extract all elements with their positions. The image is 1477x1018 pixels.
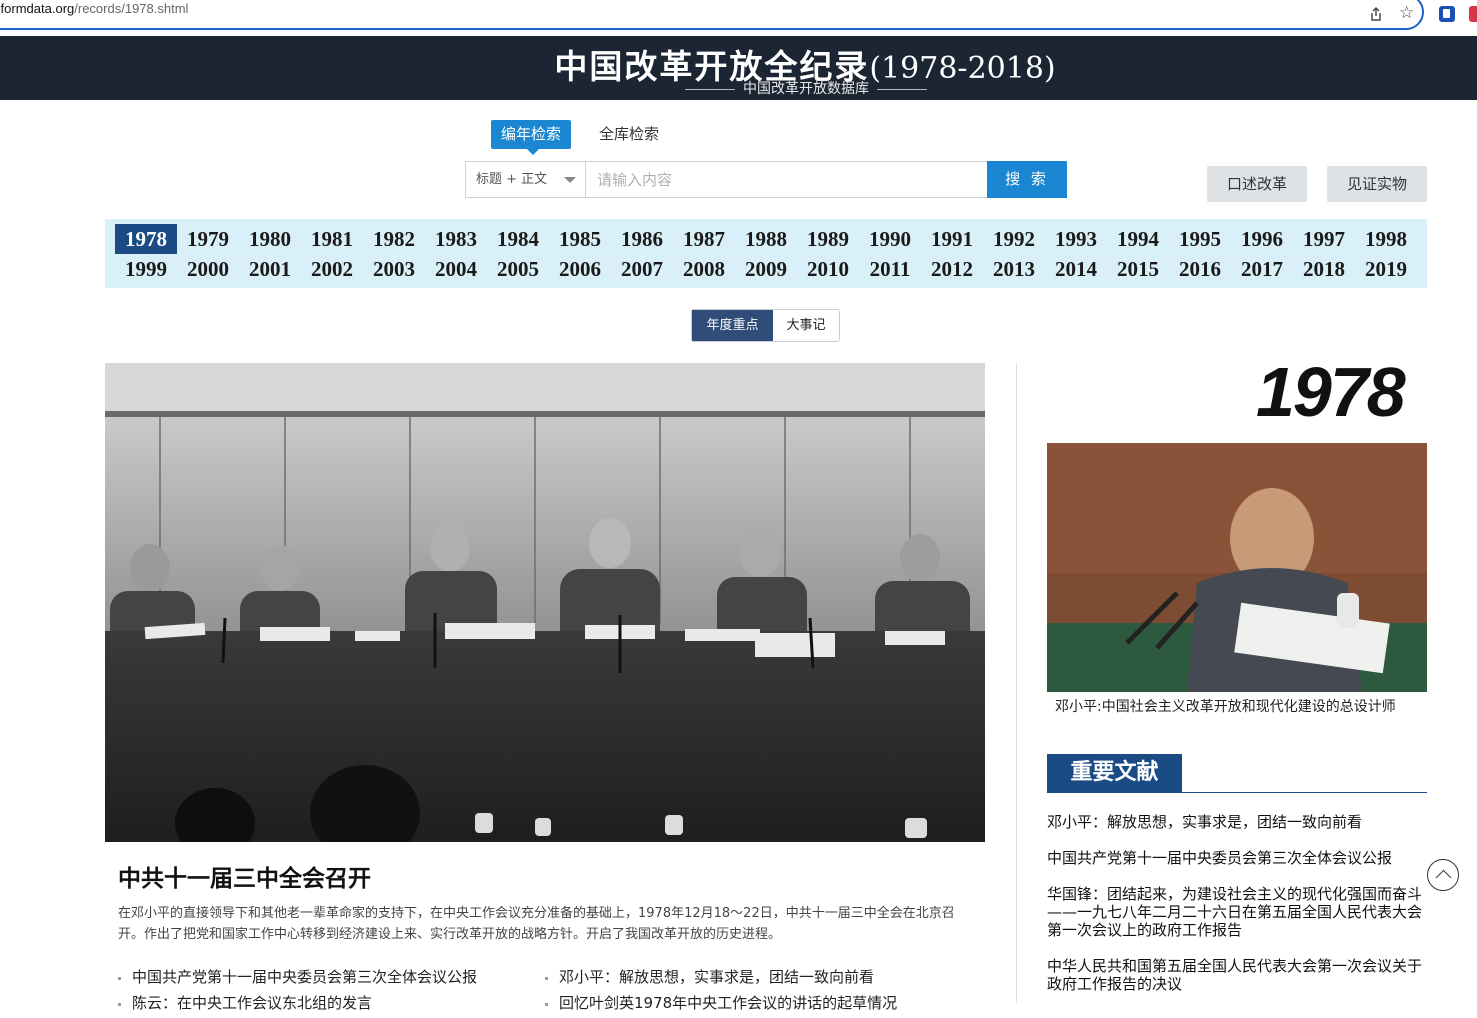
year-link-1983[interactable]: 1983 xyxy=(425,224,487,254)
year-link-1992[interactable]: 1992 xyxy=(983,224,1045,254)
year-link-1995[interactable]: 1995 xyxy=(1169,224,1231,254)
related-list-right: 邓小平：解放思想，实事求是，团结一致向前看 回忆叶剑英1978年中央工作会议的讲… xyxy=(545,966,897,1018)
main-headline[interactable]: 中共十一届三中全会召开 xyxy=(118,859,371,893)
year-link-1990[interactable]: 1990 xyxy=(859,224,921,254)
witness-objects-button[interactable]: 见证实物 xyxy=(1327,166,1427,202)
document-link[interactable]: 中国共产党第十一届中央委员会第三次全体会议公报 xyxy=(1047,849,1422,867)
year-link-2009[interactable]: 2009 xyxy=(735,254,797,284)
year-link-2002[interactable]: 2002 xyxy=(301,254,363,284)
oral-reform-button[interactable]: 口述改革 xyxy=(1207,166,1307,202)
year-link-1980[interactable]: 1980 xyxy=(239,224,301,254)
view-toggle: 年度重点 大事记 xyxy=(691,309,840,342)
year-link-1984[interactable]: 1984 xyxy=(487,224,549,254)
share-icon[interactable] xyxy=(1368,6,1384,22)
year-link-2018[interactable]: 2018 xyxy=(1293,254,1355,284)
year-link-1996[interactable]: 1996 xyxy=(1231,224,1293,254)
document-link[interactable]: 邓小平：解放思想，实事求是，团结一致向前看 xyxy=(1047,813,1422,831)
tab-chronological-search[interactable]: 编年检索 xyxy=(491,120,571,155)
year-link-1978[interactable]: 1978 xyxy=(115,224,177,254)
divider xyxy=(1047,792,1427,793)
main-photo[interactable] xyxy=(105,363,985,842)
list-item[interactable]: 邓小平：解放思想，实事求是，团结一致向前看 xyxy=(545,966,897,992)
year-link-2001[interactable]: 2001 xyxy=(239,254,301,284)
year-link-1999[interactable]: 1999 xyxy=(115,254,177,284)
year-heading: 1978 xyxy=(1256,353,1406,431)
browser-toolbar: reformdata.org/records/1978.shtml ☆ xyxy=(0,0,1477,30)
year-link-2019[interactable]: 2019 xyxy=(1355,254,1417,284)
document-link[interactable]: 中华人民共和国第五届全国人民代表大会第一次会议关于政府工作报告的决议 xyxy=(1047,957,1422,993)
year-link-2006[interactable]: 2006 xyxy=(549,254,611,284)
year-link-2000[interactable]: 2000 xyxy=(177,254,239,284)
url-text: reformdata.org/records/1978.shtml xyxy=(0,1,189,16)
year-link-1985[interactable]: 1985 xyxy=(549,224,611,254)
site-subtitle: 中国改革开放数据库 xyxy=(0,78,1477,98)
year-link-1994[interactable]: 1994 xyxy=(1107,224,1169,254)
toggle-chronicle[interactable]: 大事记 xyxy=(773,310,839,341)
year-link-2010[interactable]: 2010 xyxy=(797,254,859,284)
year-link-2012[interactable]: 2012 xyxy=(921,254,983,284)
extension-icon[interactable] xyxy=(1439,6,1455,22)
year-link-1986[interactable]: 1986 xyxy=(611,224,673,254)
year-link-2016[interactable]: 2016 xyxy=(1169,254,1231,284)
search-button[interactable]: 搜 索 xyxy=(987,161,1067,198)
year-link-2017[interactable]: 2017 xyxy=(1231,254,1293,284)
year-link-2008[interactable]: 2008 xyxy=(673,254,735,284)
portrait-caption: 邓小平:中国社会主义改革开放和现代化建设的总设计师 xyxy=(1055,699,1396,715)
extension-icon-2[interactable] xyxy=(1469,6,1477,22)
year-link-2005[interactable]: 2005 xyxy=(487,254,549,284)
year-link-1988[interactable]: 1988 xyxy=(735,224,797,254)
bookmark-star-icon[interactable]: ☆ xyxy=(1399,5,1414,22)
search-scope-select[interactable]: 标题 + 正文 xyxy=(466,162,586,197)
year-link-1987[interactable]: 1987 xyxy=(673,224,735,254)
year-link-1998[interactable]: 1998 xyxy=(1355,224,1417,254)
list-item[interactable]: 中国共产党第十一届中央委员会第三次全体会议公报 xyxy=(118,966,477,992)
year-link-1997[interactable]: 1997 xyxy=(1293,224,1355,254)
year-link-1981[interactable]: 1981 xyxy=(301,224,363,254)
document-link[interactable]: 华国锋：团结起来，为建设社会主义的现代化强国而奋斗——一九七八年二月二十六日在第… xyxy=(1047,885,1422,939)
year-link-1991[interactable]: 1991 xyxy=(921,224,983,254)
list-item[interactable]: 回忆叶剑英1978年中央工作会议的讲话的起草情况 xyxy=(545,992,897,1018)
year-link-1989[interactable]: 1989 xyxy=(797,224,859,254)
related-list-left: 中国共产党第十一届中央委员会第三次全体会议公报 陈云：在中央工作会议东北组的发言 xyxy=(118,966,477,1018)
list-item[interactable]: 陈云：在中央工作会议东北组的发言 xyxy=(118,992,477,1018)
year-navigation: 1978 1979 1980 1981 1982 1983 1984 1985 1986 1987… xyxy=(105,219,1427,288)
search-box: 标题 + 正文 xyxy=(465,161,1065,198)
year-link-2014[interactable]: 2014 xyxy=(1045,254,1107,284)
featured-portrait-photo[interactable] xyxy=(1047,443,1427,692)
site-banner: 中国改革开放全纪录(1978-2018) 中国改革开放数据库 xyxy=(0,36,1477,100)
year-link-1982[interactable]: 1982 xyxy=(363,224,425,254)
year-link-2007[interactable]: 2007 xyxy=(611,254,673,284)
year-link-2015[interactable]: 2015 xyxy=(1107,254,1169,284)
year-link-1979[interactable]: 1979 xyxy=(177,224,239,254)
year-link-2004[interactable]: 2004 xyxy=(425,254,487,284)
search-input[interactable] xyxy=(587,162,987,197)
tab-full-search[interactable]: 全库检索 xyxy=(599,120,659,149)
year-link-2013[interactable]: 2013 xyxy=(983,254,1045,284)
column-divider xyxy=(1016,363,1017,1003)
back-to-top-icon[interactable] xyxy=(1427,859,1459,891)
year-link-2011[interactable]: 2011 xyxy=(859,254,921,284)
chevron-down-icon xyxy=(564,177,576,183)
year-link-1993[interactable]: 1993 xyxy=(1045,224,1107,254)
year-link-2003[interactable]: 2003 xyxy=(363,254,425,284)
address-bar[interactable]: reformdata.org/records/1978.shtml xyxy=(0,0,1424,30)
toggle-highlights[interactable]: 年度重点 xyxy=(692,310,773,341)
important-documents-heading: 重要文献 xyxy=(1047,754,1182,792)
search-scope-value: 标题 + 正文 xyxy=(476,172,548,187)
main-description: 在邓小平的直接领导下和其他老一辈革命家的支持下，在中央工作会议充分准备的基础上，… xyxy=(118,906,955,942)
